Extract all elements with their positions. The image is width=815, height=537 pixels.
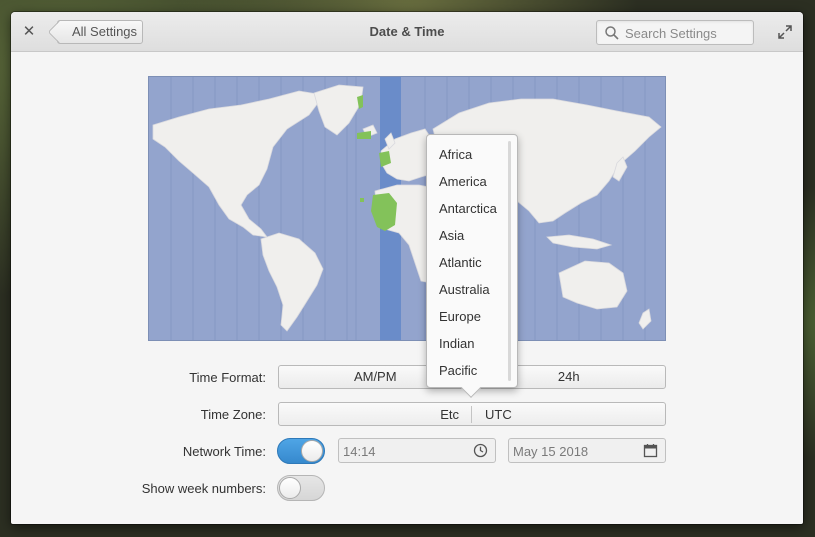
popover-arrow — [461, 378, 481, 398]
search-icon — [605, 26, 619, 40]
time-zone-separator — [471, 406, 472, 423]
time-zone-region[interactable]: Etc — [440, 407, 459, 422]
region-item-australia[interactable]: Australia — [439, 282, 490, 297]
clock-icon[interactable] — [473, 443, 488, 458]
time-zone-selector[interactable]: Etc UTC — [278, 402, 666, 426]
date-entry[interactable]: May 15 2018 — [508, 438, 666, 463]
region-item-africa[interactable]: Africa — [439, 147, 472, 162]
calendar-icon[interactable] — [643, 443, 658, 458]
popover-scrollbar[interactable] — [508, 141, 511, 381]
time-zone-label: Time Zone: — [200, 407, 266, 422]
region-item-america[interactable]: America — [439, 174, 487, 189]
region-item-pacific[interactable]: Pacific — [439, 363, 477, 378]
search-placeholder: Search Settings — [625, 26, 717, 41]
timezone-map[interactable] — [148, 76, 666, 341]
switch-knob — [301, 440, 323, 462]
header-bar: ✕ All Settings Date & Time Search Settin… — [11, 12, 803, 52]
region-item-europe[interactable]: Europe — [439, 309, 481, 324]
time-zone-city[interactable]: UTC — [485, 407, 512, 422]
region-item-indian[interactable]: Indian — [439, 336, 474, 351]
week-numbers-label: Show week numbers: — [141, 481, 266, 496]
region-item-atlantic[interactable]: Atlantic — [439, 255, 482, 270]
region-popover: Africa America Antarctica Asia Atlantic … — [426, 134, 518, 398]
settings-window: ✕ All Settings Date & Time Search Settin… — [11, 12, 803, 524]
region-item-antarctica[interactable]: Antarctica — [439, 201, 497, 216]
maximize-icon[interactable] — [777, 24, 793, 40]
time-value: 14:14 — [343, 444, 376, 459]
network-time-label: Network Time: — [182, 444, 266, 459]
time-format-label: Time Format: — [189, 370, 266, 385]
search-input[interactable]: Search Settings — [596, 20, 754, 45]
week-numbers-switch[interactable] — [277, 475, 325, 501]
date-value: May 15 2018 — [513, 444, 589, 459]
switch-knob — [279, 477, 301, 499]
time-entry[interactable]: 14:14 — [338, 438, 496, 463]
network-time-switch[interactable] — [277, 438, 325, 464]
region-item-asia[interactable]: Asia — [439, 228, 464, 243]
